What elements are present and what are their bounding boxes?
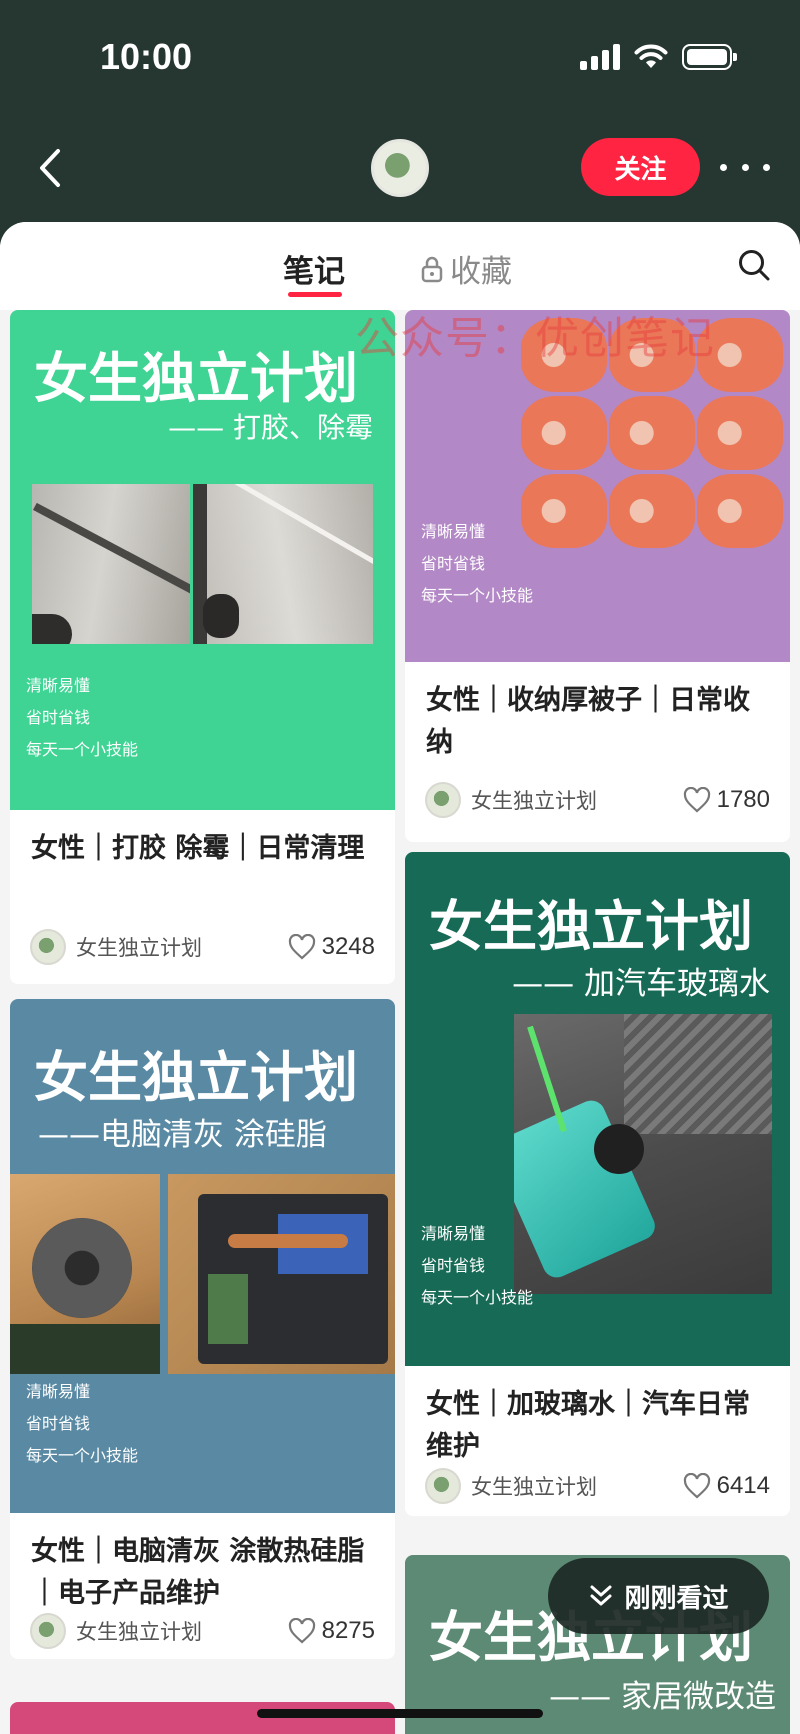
like-count: 1780 <box>716 786 770 813</box>
cover-tagline: 清晰易懂 省时省钱 每天一个小技能 <box>26 1382 139 1465</box>
like-count: 3248 <box>321 933 375 960</box>
cellular-signal-icon <box>580 44 620 70</box>
note-meta: 女生独立计划 1780 <box>425 782 770 818</box>
note-card[interactable] <box>10 1702 395 1734</box>
note-card[interactable]: 清晰易懂 省时省钱 每天一个小技能 女性｜收纳厚被子｜日常收纳 女生独立计划 1… <box>405 310 790 842</box>
cover-tagline: 清晰易懂 省时省钱 每天一个小技能 <box>26 676 139 759</box>
note-card[interactable]: 女生独立计划 ——电脑清灰 涂硅脂 清晰易懂 省时省钱 每天一个小技能 女性｜电… <box>10 999 395 1659</box>
double-chevron-down-icon <box>590 1585 612 1606</box>
like-button[interactable]: 3248 <box>288 933 375 961</box>
note-cover: 女生独立计划 —— 打胶、除霉 清晰易懂 省时省钱 每天一个小技能 <box>10 310 395 810</box>
note-cover: 女生独立计划 —— 加汽车玻璃水 清晰易懂 省时省钱 每天一个小技能 <box>405 852 790 1366</box>
lock-icon <box>421 256 443 282</box>
more-dot-icon <box>720 163 727 171</box>
cover-photo-fan <box>10 1174 160 1374</box>
cover-photo-left <box>32 484 190 644</box>
tab-notes[interactable]: 笔记 <box>283 246 345 291</box>
wifi-icon <box>634 44 668 68</box>
cover-subtitle: —— 加汽车玻璃水 <box>512 966 770 1002</box>
more-dot-icon <box>741 163 749 171</box>
cover-photo-laptop <box>168 1174 395 1374</box>
cover-tagline: 清晰易懂 省时省钱 每天一个小技能 <box>421 522 534 605</box>
like-count: 8275 <box>321 1617 375 1644</box>
note-meta: 女生独立计划 6414 <box>425 1468 770 1504</box>
heart-icon <box>683 787 710 813</box>
author-avatar <box>425 1468 461 1504</box>
like-count: 6414 <box>716 1472 770 1499</box>
like-button[interactable]: 8275 <box>288 1617 375 1645</box>
author-name: 女生独立计划 <box>471 1475 597 1499</box>
profile-avatar[interactable] <box>371 139 429 197</box>
cover-photo-right <box>193 484 373 644</box>
tab-collections[interactable]: 收藏 <box>420 246 512 291</box>
cover-brand-title: 女生独立计划 <box>34 347 358 410</box>
author-name: 女生独立计划 <box>471 789 597 813</box>
content-sheet: 笔记 收藏 女生独立计划 —— 打胶、除霉 清晰易懂 省时省钱 每天一个小技能 … <box>0 222 800 1734</box>
note-cover: 清晰易懂 省时省钱 每天一个小技能 <box>405 310 790 662</box>
note-title: 女性｜收纳厚被子｜日常收纳 <box>426 685 750 758</box>
note-meta: 女生独立计划 3248 <box>30 929 375 965</box>
cover-subtitle: ——电脑清灰 涂硅脂 <box>38 1117 327 1153</box>
author-avatar <box>30 929 66 965</box>
like-button[interactable]: 6414 <box>683 1472 770 1500</box>
note-meta: 女生独立计划 8275 <box>30 1613 375 1649</box>
like-button[interactable]: 1780 <box>683 786 770 814</box>
note-title: 女性｜电脑清灰 涂散热硅脂｜电子产品维护 <box>31 1536 365 1609</box>
battery-icon <box>682 44 737 70</box>
author-name: 女生独立计划 <box>76 936 202 960</box>
more-dot-icon <box>763 163 770 171</box>
recently-viewed-label: 刚刚看过 <box>624 1583 729 1614</box>
more-options-button[interactable] <box>720 150 770 184</box>
status-time: 10:00 <box>100 36 193 77</box>
cover-subtitle: —— 家居微改造 <box>549 1679 776 1715</box>
tab-active-indicator <box>288 292 342 297</box>
back-button[interactable] <box>30 142 70 194</box>
author-name: 女生独立计划 <box>76 1620 202 1644</box>
cover-subtitle: —— 打胶、除霉 <box>168 411 373 444</box>
cover-photo-washer-fluid <box>514 1014 772 1294</box>
recently-viewed-button[interactable]: 刚刚看过 <box>548 1558 769 1634</box>
status-icons <box>580 44 737 70</box>
heart-icon <box>288 934 315 960</box>
search-icon[interactable] <box>737 248 771 282</box>
cover-brand-title: 女生独立计划 <box>34 1046 358 1109</box>
cover-tagline: 清晰易懂 省时省钱 每天一个小技能 <box>421 1224 534 1307</box>
heart-icon <box>288 1618 315 1644</box>
chevron-left-icon <box>40 149 60 187</box>
author-avatar <box>425 782 461 818</box>
cover-photo-rolled-quilts <box>517 314 787 554</box>
author-avatar <box>30 1613 66 1649</box>
note-cover: 女生独立计划 ——电脑清灰 涂硅脂 清晰易懂 省时省钱 每天一个小技能 <box>10 999 395 1513</box>
note-title: 女性｜加玻璃水｜汽车日常维护 <box>426 1389 750 1462</box>
tab-collections-label: 收藏 <box>450 254 512 290</box>
cover-brand-title: 女生独立计划 <box>429 895 753 958</box>
note-card[interactable]: 女生独立计划 —— 打胶、除霉 清晰易懂 省时省钱 每天一个小技能 女性｜打胶 … <box>10 310 395 984</box>
follow-button[interactable]: 关注 <box>581 138 700 196</box>
home-indicator[interactable] <box>257 1709 543 1718</box>
heart-icon <box>683 1473 710 1499</box>
tab-bar: 笔记 收藏 <box>0 222 800 310</box>
note-card[interactable]: 女生独立计划 —— 加汽车玻璃水 清晰易懂 省时省钱 每天一个小技能 女性｜加玻… <box>405 852 790 1516</box>
note-title: 女性｜打胶 除霉｜日常清理 <box>31 833 365 864</box>
